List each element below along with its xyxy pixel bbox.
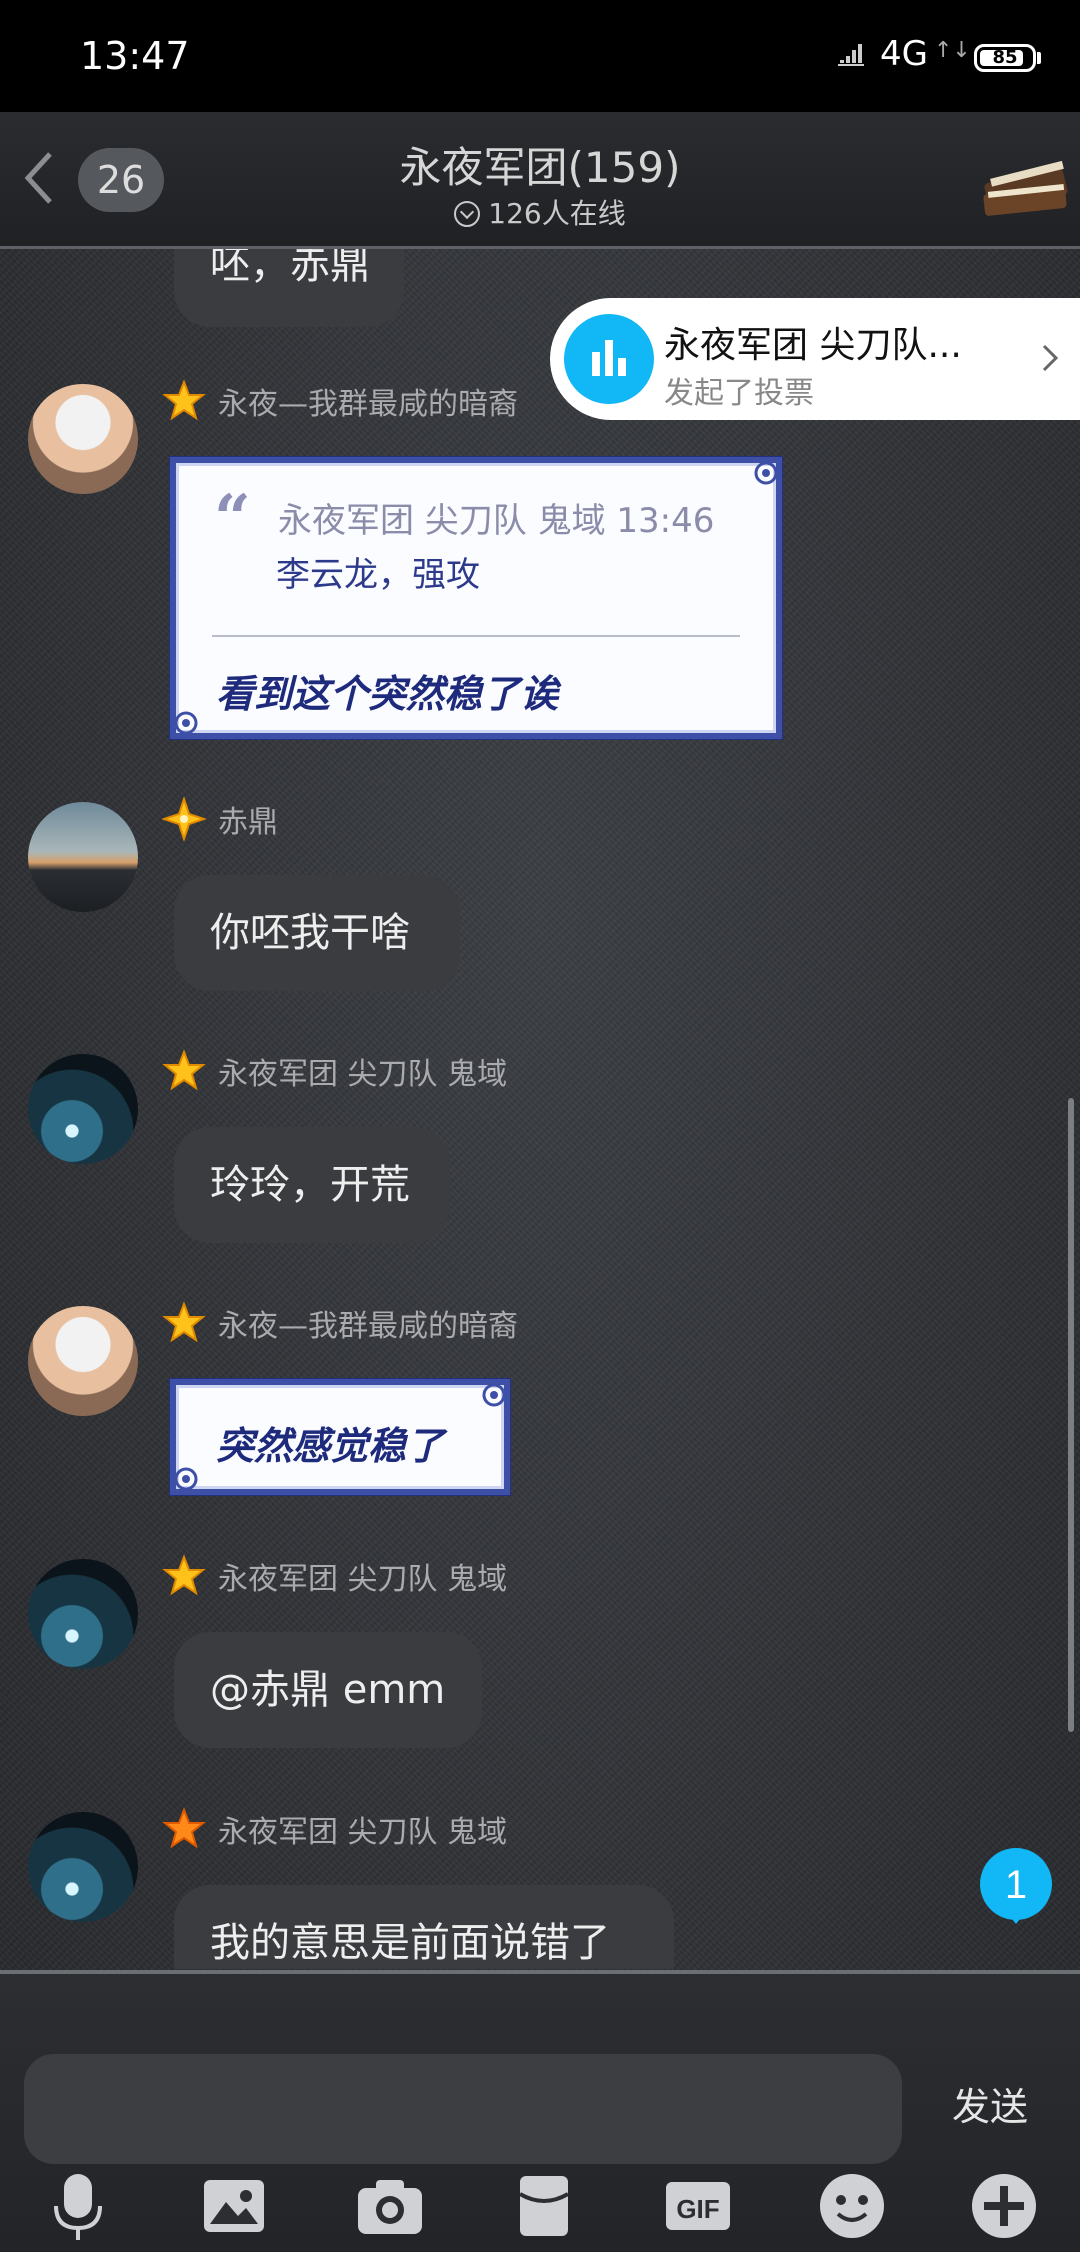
avatar[interactable] (28, 384, 138, 494)
scrollbar[interactable] (1068, 1098, 1074, 1732)
chevron-right-icon (1042, 344, 1059, 372)
message-text: 你呸我干啥 (210, 910, 410, 956)
sender-row: 永夜—我群最咸的暗裔 (162, 1301, 518, 1345)
avatar[interactable] (28, 1306, 138, 1416)
message-text: 呸，赤鼎 (210, 249, 370, 288)
quote-divider (212, 635, 740, 637)
star-badge-icon (162, 379, 206, 421)
corner-ornament-icon (174, 1467, 198, 1491)
sender-name[interactable]: 赤鼎 (218, 797, 278, 841)
new-message-badge[interactable]: 1 (978, 1848, 1054, 1924)
gif-icon[interactable]: GIF (660, 2168, 736, 2244)
emoji-icon[interactable] (814, 2168, 890, 2244)
microphone-icon[interactable] (40, 2168, 116, 2244)
message-text: 突然感觉稳了 (216, 1424, 445, 1468)
message-text: 玲玲，开荒 (210, 1162, 410, 1208)
svg-text:GIF: GIF (676, 2194, 719, 2224)
sender-name[interactable]: 永夜—我群最咸的暗裔 (218, 379, 518, 423)
quote-text: 李云龙，强攻 (276, 555, 480, 595)
avatar[interactable] (28, 1812, 138, 1922)
corner-ornament-icon (754, 461, 778, 485)
battery-level: 85 (992, 47, 1018, 68)
online-status[interactable]: 126人在线 (0, 192, 1080, 232)
message-bubble[interactable]: 玲玲，开荒 (174, 1127, 450, 1243)
message-text: 看到这个突然稳了诶 (216, 672, 559, 716)
chevron-down-circle-icon (454, 201, 481, 227)
chat-header: 26 永夜军团(159) 126人在线 (0, 112, 1080, 249)
vote-subtitle: 发起了投票 (664, 376, 814, 411)
message-bubble[interactable]: 你呸我干啥 (174, 875, 460, 991)
battery-tip (1037, 52, 1041, 64)
porcelain-bubble[interactable]: “ 永夜军团 尖刀队 鬼域 13:46 李云龙，强攻 看到这个突然稳了诶 (170, 457, 782, 739)
sender-name[interactable]: 永夜军团 尖刀队 鬼域 (218, 1554, 507, 1598)
sender-row: 永夜—我群最咸的暗裔 (162, 379, 518, 423)
data-activity-icon: ↑↓ (934, 38, 971, 63)
network-type: 4G (880, 34, 928, 74)
input-toolbar: GIF (0, 2160, 1080, 2252)
quote-header: 永夜军团 尖刀队 鬼域 13:46 (278, 501, 715, 541)
status-time: 13:47 (80, 34, 190, 78)
message-input[interactable] (24, 2054, 902, 2164)
send-button[interactable]: 发送 (930, 2062, 1050, 2152)
sender-name[interactable]: 永夜军团 尖刀队 鬼域 (218, 1807, 507, 1851)
signal-icon (838, 44, 864, 66)
star-badge-icon (162, 1554, 206, 1596)
star-badge-icon (162, 1301, 206, 1343)
sender-name[interactable]: 永夜—我群最咸的暗裔 (218, 1301, 518, 1345)
star-badge-icon (162, 1807, 206, 1849)
sparkle-badge-icon (162, 797, 206, 841)
plus-icon[interactable] (966, 2168, 1042, 2244)
vote-title: 永夜军团 尖刀队... (664, 325, 962, 366)
message-bubble[interactable]: @赤鼎 emm (174, 1632, 482, 1748)
sender-name[interactable]: 永夜军团 尖刀队 鬼域 (218, 1049, 507, 1093)
porcelain-bubble[interactable]: 突然感觉稳了 (170, 1379, 510, 1495)
avatar[interactable] (28, 1559, 138, 1669)
group-title[interactable]: 永夜军团(159) (0, 134, 1080, 195)
red-packet-icon[interactable] (506, 2168, 582, 2244)
vote-notification[interactable]: 永夜军团 尖刀队... 发起了投票 (550, 298, 1080, 420)
message-bubble[interactable]: 我的意思是前面说错了 (174, 1885, 674, 1969)
image-icon[interactable] (196, 2168, 272, 2244)
avatar[interactable] (28, 1054, 138, 1164)
message-list[interactable]: 呸，赤鼎 永夜—我群最咸的暗裔 “ 永夜军团 尖刀队 鬼域 13:46 李云龙，… (0, 249, 1080, 1969)
sender-row: 永夜军团 尖刀队 鬼域 (162, 1554, 507, 1598)
message-text: @赤鼎 emm (210, 1667, 446, 1713)
sender-row: 永夜军团 尖刀队 鬼域 (162, 1049, 507, 1093)
avatar[interactable] (28, 802, 138, 912)
quote-mark-icon: “ (214, 481, 251, 556)
online-count: 126人在线 (488, 197, 626, 230)
battery-icon: 85 (974, 44, 1036, 72)
input-bar: 发送 GIF (0, 1970, 1080, 2252)
star-badge-icon (162, 1049, 206, 1091)
group-info-book-icon[interactable] (980, 140, 1072, 220)
camera-icon[interactable] (352, 2168, 428, 2244)
corner-ornament-icon (174, 711, 198, 735)
status-bar: 13:47 4G ↑↓ 85 (0, 0, 1080, 112)
poll-chart-icon (564, 314, 654, 404)
sender-row: 永夜军团 尖刀队 鬼域 (162, 1807, 507, 1851)
message-text: 我的意思是前面说错了 (210, 1920, 610, 1966)
new-message-count: 1 (1005, 1863, 1027, 1907)
corner-ornament-icon (482, 1383, 506, 1407)
message-bubble[interactable]: 呸，赤鼎 (174, 249, 404, 327)
sender-row: 赤鼎 (162, 797, 278, 841)
